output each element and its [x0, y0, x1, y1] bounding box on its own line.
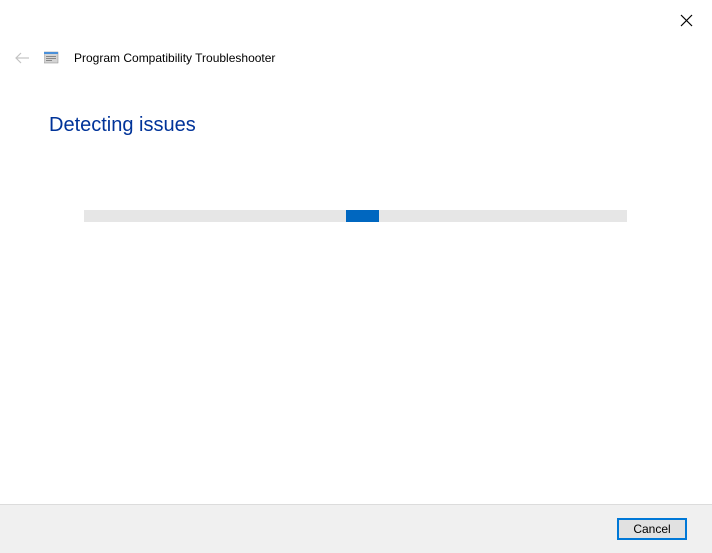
back-arrow-icon	[14, 52, 30, 64]
back-button[interactable]	[14, 50, 30, 66]
close-button[interactable]	[678, 12, 694, 28]
header: Program Compatibility Troubleshooter	[14, 50, 275, 66]
progress-bar	[84, 210, 627, 222]
app-icon	[44, 50, 60, 66]
app-title: Program Compatibility Troubleshooter	[74, 51, 275, 65]
cancel-button[interactable]: Cancel	[617, 518, 687, 540]
footer: Cancel	[0, 504, 712, 553]
page-heading: Detecting issues	[49, 114, 196, 137]
progress-indicator	[346, 210, 379, 222]
close-icon	[680, 14, 693, 27]
